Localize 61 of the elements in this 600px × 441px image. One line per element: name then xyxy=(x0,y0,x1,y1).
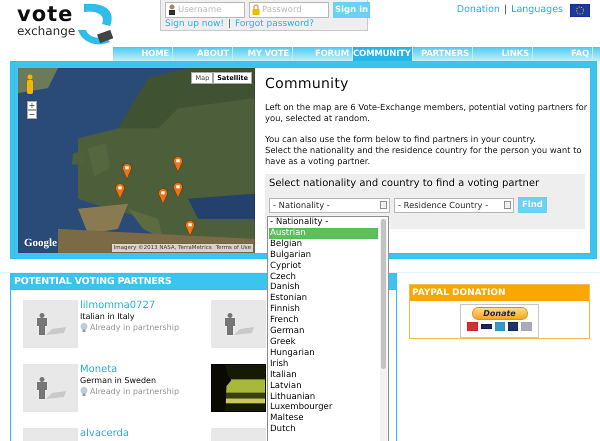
intro-text: Left on the map are 6 Vote-Exchange members, potential voting partners for you, selected at random. xyxy=(265,102,588,124)
form-heading: Select nationality and country to find a voting partner xyxy=(269,178,540,189)
logo-text: vote xyxy=(17,4,74,25)
instruction-text: Select the nationality and the residence country for the person you want to have as a voting partner. xyxy=(265,145,583,167)
map-marker-icon[interactable] xyxy=(158,188,168,204)
dropdown-option[interactable]: Maltese xyxy=(269,413,378,424)
lightbulb-icon xyxy=(80,323,88,332)
partnership-status: Already in partnership xyxy=(90,322,180,333)
member-nationality: German in Sweden xyxy=(80,375,158,386)
dropdown-option[interactable]: Belgian xyxy=(269,238,378,250)
map-marker-icon[interactable] xyxy=(122,163,132,179)
instruction-text: You can also use the form below to find partners in your country. xyxy=(265,134,537,145)
nationality-dropdown[interactable]: - Nationality - xyxy=(269,198,390,212)
section-header: PAYPAL DONATION xyxy=(410,285,589,301)
dropdown-option[interactable]: Luxembourger xyxy=(269,402,378,414)
map-marker-icon[interactable] xyxy=(173,156,183,172)
map-marker-icon[interactable] xyxy=(185,220,195,236)
page-heading: Community xyxy=(265,76,350,92)
map-marker-icon[interactable] xyxy=(173,182,183,198)
person-silhouette-icon xyxy=(36,313,66,335)
dropdown-option[interactable]: Irish xyxy=(269,358,378,370)
vote-exchange-logo[interactable]: vote exchange xyxy=(0,0,112,47)
dropdown-option[interactable]: - Nationality - xyxy=(269,217,378,228)
zoom-out-button[interactable]: − xyxy=(27,110,37,119)
avatar-placeholder[interactable] xyxy=(23,300,78,348)
dropdown-option[interactable]: Finnish xyxy=(269,304,378,316)
dropdown-option[interactable]: Bulgarian xyxy=(269,250,378,261)
residence-country-dropdown[interactable]: - Residence Country - xyxy=(394,198,514,212)
dropdown-option[interactable]: French xyxy=(269,315,378,326)
separator: | xyxy=(504,4,508,15)
donate-button[interactable]: Donate xyxy=(472,307,528,320)
dropdown-option[interactable]: German xyxy=(269,326,378,337)
lightbulb-icon xyxy=(80,387,88,396)
lock-icon xyxy=(252,4,260,15)
username-field[interactable]: Username xyxy=(165,2,245,18)
dropdown-option[interactable]: Estonian xyxy=(269,293,378,304)
dropdown-option[interactable]: Latvian xyxy=(269,380,378,392)
member-nationality: Italian in Italy xyxy=(80,311,136,322)
scrollbar[interactable] xyxy=(380,219,387,441)
zoom-in-button[interactable]: + xyxy=(27,101,37,110)
password-field[interactable]: Password xyxy=(249,2,329,18)
dropdown-option[interactable]: Lithuanian xyxy=(269,392,378,402)
avatar-placeholder[interactable] xyxy=(211,300,266,348)
dropdown-option[interactable]: Greek xyxy=(269,336,378,348)
google-logo: Google xyxy=(24,237,57,249)
logo-text: exchange xyxy=(17,25,76,37)
dropdown-option[interactable]: Italian xyxy=(269,370,378,381)
map-marker-icon[interactable] xyxy=(115,183,125,199)
dropdown-option[interactable]: Dutch xyxy=(269,424,378,436)
pegman-icon[interactable] xyxy=(26,74,34,94)
partnership-status: Already in partnership xyxy=(90,386,180,397)
person-silhouette-icon xyxy=(224,313,254,335)
dropdown-option[interactable]: Cypriot xyxy=(269,260,378,272)
eu-flag-icon[interactable] xyxy=(570,4,590,17)
person-icon xyxy=(168,4,176,15)
dropdown-option[interactable]: Czech xyxy=(269,272,378,282)
person-silhouette-icon xyxy=(36,377,66,399)
avatar-placeholder[interactable] xyxy=(23,364,78,412)
separator: | xyxy=(228,19,231,29)
dropdown-option[interactable]: Hungarian xyxy=(269,348,378,359)
payment-cards-icon xyxy=(466,322,532,331)
